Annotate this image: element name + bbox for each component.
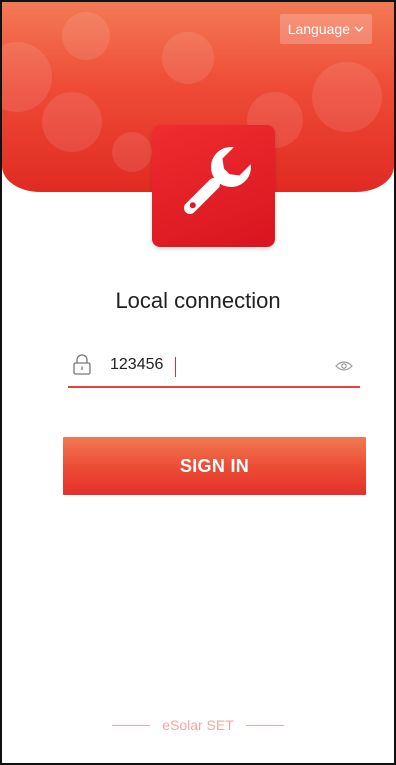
app-logo (152, 125, 275, 247)
sign-in-button[interactable]: SIGN IN (63, 437, 366, 495)
footer: eSolar SET (2, 717, 394, 733)
background-watermark (162, 32, 214, 84)
page-title: Local connection (115, 288, 281, 313)
footer-divider (245, 724, 284, 726)
eye-icon[interactable] (334, 357, 354, 375)
language-label: Language (287, 21, 350, 37)
background-watermark (2, 42, 52, 112)
wrench-icon (168, 138, 260, 235)
footer-divider (112, 724, 151, 726)
password-input[interactable] (110, 353, 300, 377)
text-cursor (175, 357, 176, 377)
login-screen: Language Local connection 123456 SIGN IN… (0, 0, 396, 765)
lock-icon (70, 353, 94, 377)
background-watermark (312, 62, 382, 132)
footer-brand: eSolar SET (162, 717, 234, 733)
language-selector[interactable]: Language (279, 14, 372, 44)
chevron-down-icon (354, 25, 364, 33)
background-watermark (42, 92, 102, 152)
background-watermark (112, 132, 152, 172)
background-watermark (62, 12, 110, 60)
password-field[interactable] (68, 344, 360, 388)
